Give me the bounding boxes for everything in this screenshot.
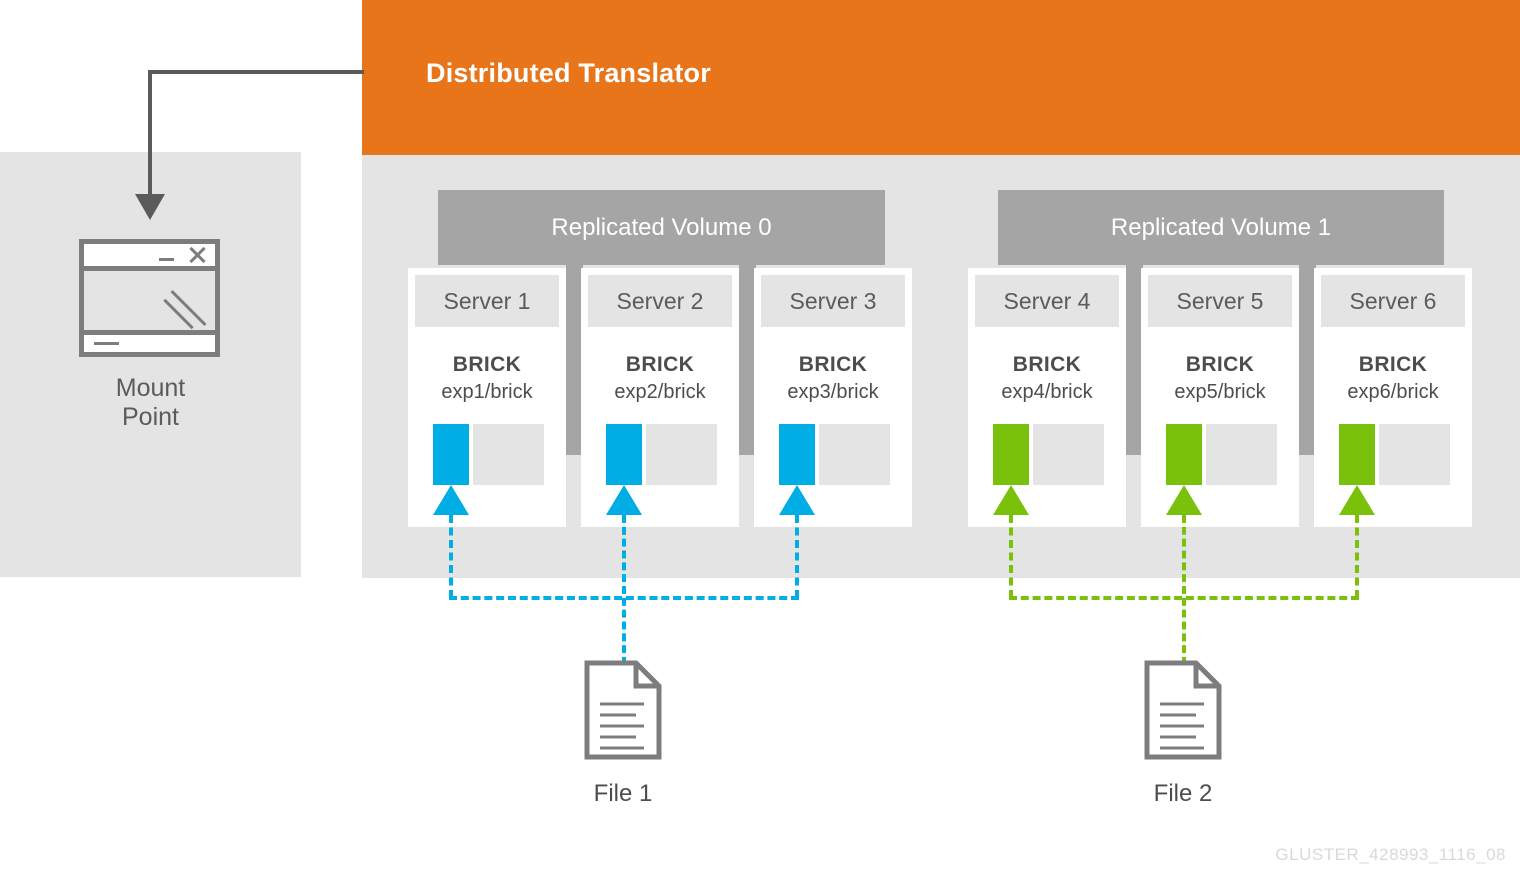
brick-free-swatch	[1033, 424, 1104, 485]
page-title: Distributed Translator	[426, 58, 711, 88]
server-name-2: Server 2	[588, 275, 732, 327]
brick-path-5: exp5/brick	[1174, 381, 1266, 403]
file1-riser-server3	[795, 515, 799, 598]
brick-inflow-arrow-icon	[779, 485, 815, 515]
brick-path-6: exp6/brick	[1347, 381, 1439, 403]
brick-usage-swatches-1	[433, 424, 544, 485]
translator-connector-horizontal	[148, 70, 364, 74]
brick-path-3: exp3/brick	[787, 381, 879, 403]
brick-used-swatch	[993, 424, 1029, 485]
window-footer-line	[94, 342, 119, 345]
server-card-4: Server 4 BRICK exp4/brick	[968, 268, 1126, 527]
brick-used-swatch	[606, 424, 642, 485]
server-name-6: Server 6	[1321, 275, 1465, 327]
brick-usage-swatches-6	[1339, 424, 1450, 485]
file2-riser-server5	[1182, 515, 1186, 665]
file1-riser-server1	[449, 515, 453, 598]
replicated-volume-0-bar: Replicated Volume 0	[438, 190, 885, 265]
document-icon	[1144, 660, 1222, 760]
brick-title-1: BRICK	[452, 353, 522, 376]
translator-connector-arrow-icon	[135, 194, 165, 220]
watermark-label: GLUSTER_428993_1116_08	[1275, 845, 1506, 864]
server-card-6: Server 6 BRICK exp6/brick	[1314, 268, 1472, 527]
brick-inflow-arrow-icon	[993, 485, 1029, 515]
file1-riser-server2	[622, 515, 626, 665]
brick-title-6: BRICK	[1358, 353, 1428, 376]
brick-free-swatch	[1379, 424, 1450, 485]
translator-connector-vertical	[148, 70, 152, 198]
brick-free-swatch	[1206, 424, 1277, 485]
server-name-3: Server 3	[761, 275, 905, 327]
server-name-1: Server 1	[415, 275, 559, 327]
mount-point-label: Mount Point	[0, 374, 301, 432]
file2-riser-server4	[1009, 515, 1013, 598]
brick-title-4: BRICK	[1012, 353, 1082, 376]
brick-used-swatch	[779, 424, 815, 485]
brick-usage-swatches-5	[1166, 424, 1277, 485]
brick-free-swatch	[819, 424, 890, 485]
brick-inflow-arrow-icon	[1339, 485, 1375, 515]
server-name-5: Server 5	[1148, 275, 1292, 327]
window-titlebar	[84, 244, 215, 271]
minimize-icon	[159, 258, 174, 261]
server-card-2: Server 2 BRICK exp2/brick	[581, 268, 739, 527]
replicated-volume-1-bar: Replicated Volume 1	[998, 190, 1444, 265]
file-icon-2	[1144, 660, 1222, 760]
brick-inflow-arrow-icon	[1166, 485, 1202, 515]
brick-used-swatch	[1166, 424, 1202, 485]
distributed-translator-bar: Distributed Translator	[362, 0, 1520, 155]
brick-usage-swatches-2	[606, 424, 717, 485]
file-label-1: File 1	[593, 780, 653, 807]
replicated-volume-1-label: Replicated Volume 1	[1110, 213, 1332, 241]
window-footer-bar	[84, 330, 215, 352]
brick-path-4: exp4/brick	[1001, 381, 1093, 403]
brick-free-swatch	[473, 424, 544, 485]
file2-riser-server6	[1355, 515, 1359, 598]
brick-path-1: exp1/brick	[441, 381, 533, 403]
window-slash-icon-upper	[170, 289, 207, 327]
brick-free-swatch	[646, 424, 717, 485]
mount-point-label-line1: Mount	[115, 374, 186, 402]
file-icon-1	[584, 660, 662, 760]
server-name-4: Server 4	[975, 275, 1119, 327]
server-card-1: Server 1 BRICK exp1/brick	[408, 268, 566, 527]
file-label-2: File 2	[1153, 780, 1213, 807]
brick-title-2: BRICK	[625, 353, 695, 376]
brick-used-swatch	[433, 424, 469, 485]
brick-inflow-arrow-icon	[433, 485, 469, 515]
brick-path-2: exp2/brick	[614, 381, 706, 403]
brick-inflow-arrow-icon	[606, 485, 642, 515]
mount-point-label-line2: Point	[122, 403, 179, 431]
brick-usage-swatches-4	[993, 424, 1104, 485]
brick-title-3: BRICK	[798, 353, 868, 376]
replicated-volume-0-label: Replicated Volume 0	[551, 213, 772, 241]
mount-point-window-icon	[79, 239, 220, 357]
document-icon	[584, 660, 662, 760]
diagram-canvas: Distributed Translator Mount Point Repli…	[0, 0, 1520, 883]
server-card-5: Server 5 BRICK exp5/brick	[1141, 268, 1299, 527]
brick-usage-swatches-3	[779, 424, 890, 485]
window-slash-icon-lower	[163, 298, 194, 330]
close-icon	[188, 246, 206, 264]
brick-used-swatch	[1339, 424, 1375, 485]
server-card-3: Server 3 BRICK exp3/brick	[754, 268, 912, 527]
brick-title-5: BRICK	[1185, 353, 1255, 376]
